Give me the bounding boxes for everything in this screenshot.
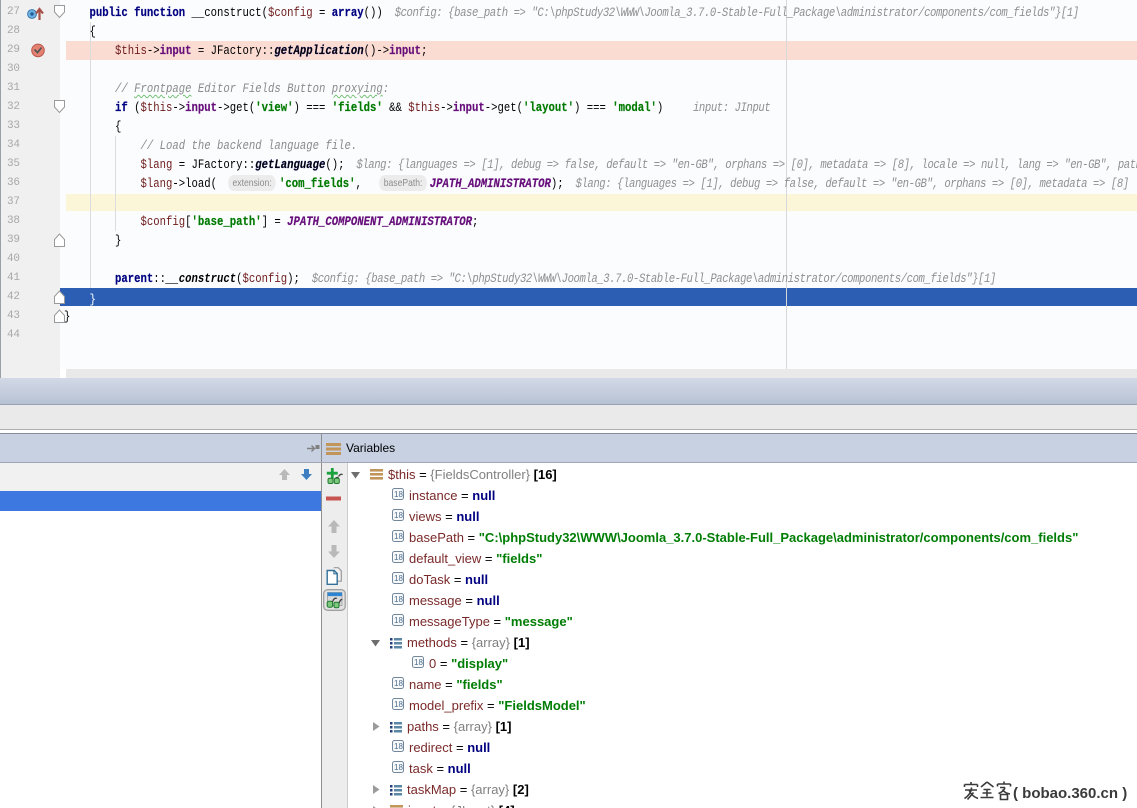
svg-text:18: 18 [394,616,403,625]
svg-text:18: 18 [394,490,403,499]
svg-text:18: 18 [414,658,423,667]
svg-text:18: 18 [394,532,403,541]
svg-text:18: 18 [394,700,403,709]
svg-text:18: 18 [394,595,403,604]
svg-text:( bobao.360.cn ): ( bobao.360.cn ) [1013,785,1127,802]
svg-text:18: 18 [394,679,403,688]
svg-text:18: 18 [394,511,403,520]
svg-text:18: 18 [394,742,403,751]
svg-text:18: 18 [394,763,403,772]
svg-text:18: 18 [394,553,403,562]
svg-text:18: 18 [394,574,403,583]
